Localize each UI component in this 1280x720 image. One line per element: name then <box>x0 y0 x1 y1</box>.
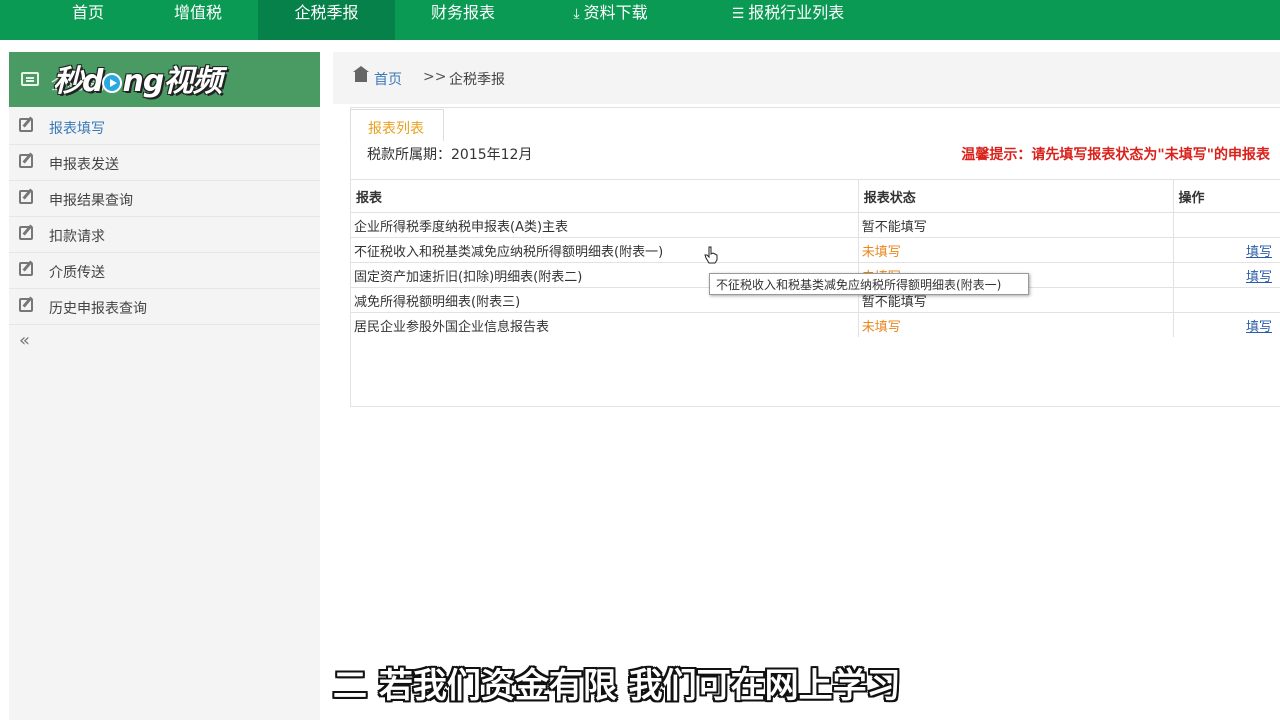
play-icon <box>102 72 123 93</box>
nav-vat-label: 增值税 <box>173 3 222 22</box>
video-subtitle: 二 若我们资金有限 我们可在网上学习 <box>333 666 901 706</box>
sidebar-header: 企税季报 秒d ng视频 <box>9 52 320 107</box>
edit-icon <box>19 190 33 204</box>
nav-quarterly-tax[interactable]: 企税季报 <box>258 0 395 40</box>
edit-icon <box>19 262 33 276</box>
table-header-row: 报表 报表状态 操作 <box>350 179 1280 213</box>
nav-downloads-label: 资料下载 <box>583 3 648 22</box>
nav-financial-reports[interactable]: 财务报表 <box>408 0 518 40</box>
sidebar-item-label: 报表填写 <box>49 121 105 137</box>
report-name: 企业所得税季度纳税申报表(A类)主表 <box>350 212 859 238</box>
tab-report-list[interactable]: 报表列表 <box>350 109 444 141</box>
report-name: 不征税收入和税基类减免应纳税所得额明细表(附表一) <box>350 237 859 263</box>
table-row: 居民企业参股外国企业信息报告表 未填写 填写 <box>350 312 1280 337</box>
sidebar-item-media-transfer[interactable]: 介质传送 <box>9 253 320 289</box>
top-nav: 首页 增值税 企税季报 财务报表 ⤓ 资料下载 ☰ 报税行业列表 <box>0 0 1280 40</box>
table-row: 不征税收入和税基类减免应纳税所得额明细表(附表一) 未填写 填写 <box>350 237 1280 263</box>
nav-industry-list[interactable]: ☰ 报税行业列表 <box>708 0 868 40</box>
row-tooltip: 不征税收入和税基类减免应纳税所得额明细表(附表一) <box>709 273 1029 295</box>
col-header-report: 报表 <box>350 179 859 213</box>
main-content: 首页 >> 企税季报 报表列表 税款所属期：2015年12月 温馨提示：请先填写… <box>333 52 1280 720</box>
sidebar-item-label: 申报表发送 <box>49 157 119 173</box>
report-action <box>1172 212 1280 238</box>
home-icon <box>353 66 369 82</box>
watermark-logo: 秒d ng视频 <box>53 64 222 99</box>
nav-home-label: 首页 <box>71 3 104 22</box>
edit-icon <box>19 298 33 312</box>
list-icon: ☰ <box>731 6 745 22</box>
download-icon: ⤓ <box>573 6 580 22</box>
nav-home[interactable]: 首页 <box>50 0 126 40</box>
nav-quarterly-tax-label: 企税季报 <box>294 3 359 22</box>
report-action-cell: 填写 <box>1172 237 1280 263</box>
sidebar: 企税季报 秒d ng视频 报表填写 申报表发送 申报结果查询 扣款请求 介质传送 … <box>9 52 320 720</box>
breadcrumb-current: 企税季报 <box>449 72 505 88</box>
tax-period: 税款所属期：2015年12月 <box>367 147 533 163</box>
nav-vat[interactable]: 增值税 <box>150 0 246 40</box>
sidebar-item-label: 申报结果查询 <box>49 193 133 209</box>
report-action <box>1172 287 1280 313</box>
report-status: 暂不能填写 <box>857 212 1174 238</box>
sidebar-item-result-query[interactable]: 申报结果查询 <box>9 181 320 217</box>
fill-link[interactable]: 填写 <box>1246 245 1272 260</box>
report-status: 未填写 <box>857 312 1174 337</box>
fill-link[interactable]: 填写 <box>1246 320 1272 335</box>
edit-icon <box>19 118 33 132</box>
report-action-cell: 填写 <box>1172 262 1280 288</box>
sidebar-item-label: 介质传送 <box>49 265 105 281</box>
report-action-cell: 填写 <box>1172 312 1280 337</box>
nav-industry-list-label: 报税行业列表 <box>748 3 845 22</box>
report-status: 未填写 <box>857 237 1174 263</box>
sidebar-item-label: 扣款请求 <box>49 229 105 245</box>
col-header-action: 操作 <box>1172 179 1280 213</box>
report-name: 居民企业参股外国企业信息报告表 <box>350 312 859 337</box>
sidebar-item-history-query[interactable]: 历史申报表查询 <box>9 289 320 325</box>
fill-link[interactable]: 填写 <box>1246 270 1272 285</box>
sidebar-item-label: 历史申报表查询 <box>49 301 147 317</box>
sidebar-item-send-report[interactable]: 申报表发送 <box>9 145 320 181</box>
newspaper-icon <box>21 72 39 86</box>
table-row: 企业所得税季度纳税申报表(A类)主表 暂不能填写 <box>350 212 1280 238</box>
sidebar-item-fill-report[interactable]: 报表填写 <box>9 109 320 145</box>
breadcrumb: 首页 >> 企税季报 <box>333 52 1280 104</box>
edit-icon <box>19 226 33 240</box>
report-table: 报表 报表状态 操作 企业所得税季度纳税申报表(A类)主表 暂不能填写 不征税收… <box>350 179 1280 337</box>
breadcrumb-separator: >> <box>423 69 447 85</box>
warning-hint: 温馨提示：请先填写报表状态为"未填写"的申报表 <box>961 147 1270 163</box>
sidebar-item-deduction-request[interactable]: 扣款请求 <box>9 217 320 253</box>
nav-downloads[interactable]: ⤓ 资料下载 <box>548 0 673 40</box>
nav-financial-reports-label: 财务报表 <box>430 3 495 22</box>
sidebar-collapse-icon[interactable]: « <box>19 330 30 351</box>
hand-cursor-icon <box>704 246 718 264</box>
breadcrumb-home-link[interactable]: 首页 <box>374 69 402 89</box>
col-header-status: 报表状态 <box>857 179 1174 213</box>
tab-report-list-label: 报表列表 <box>368 121 424 137</box>
edit-icon <box>19 154 33 168</box>
